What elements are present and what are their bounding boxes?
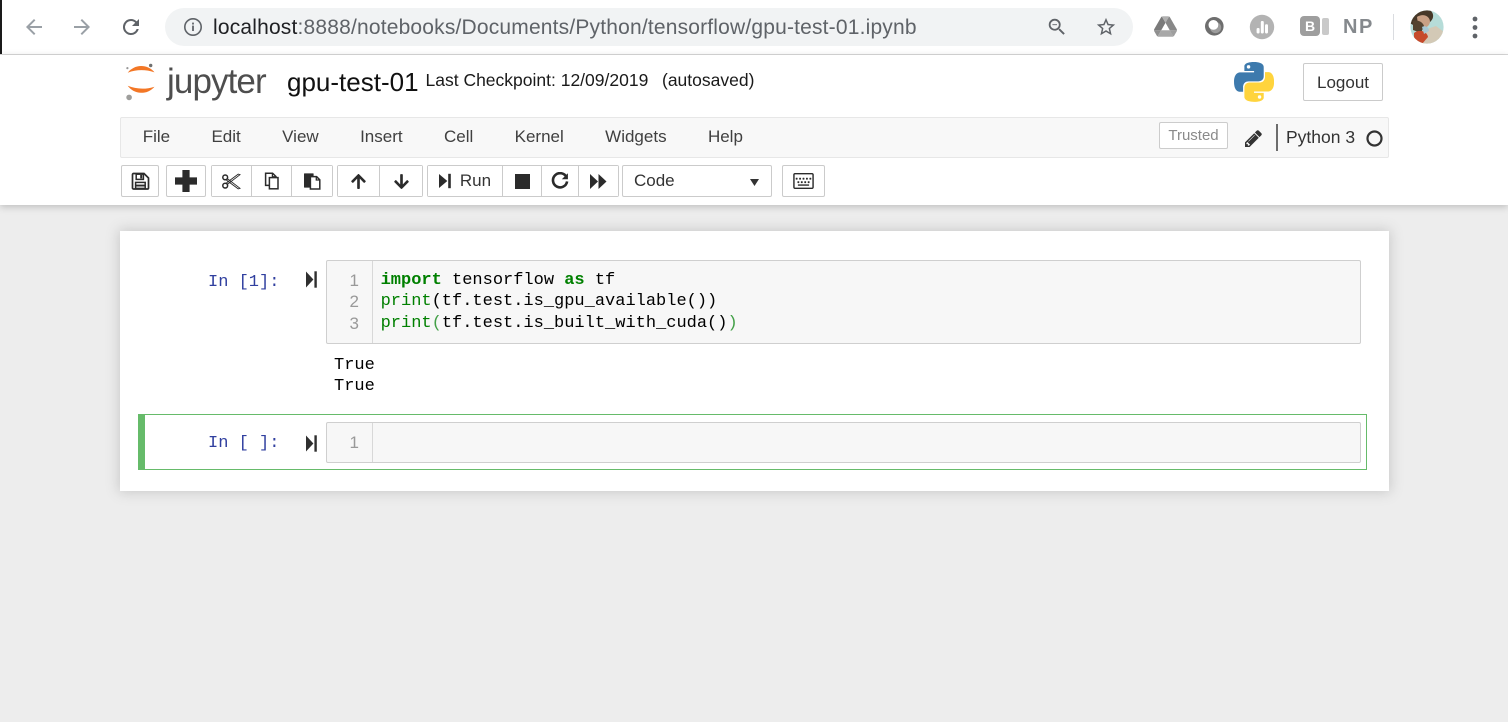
svg-text:B: B — [1305, 18, 1315, 34]
